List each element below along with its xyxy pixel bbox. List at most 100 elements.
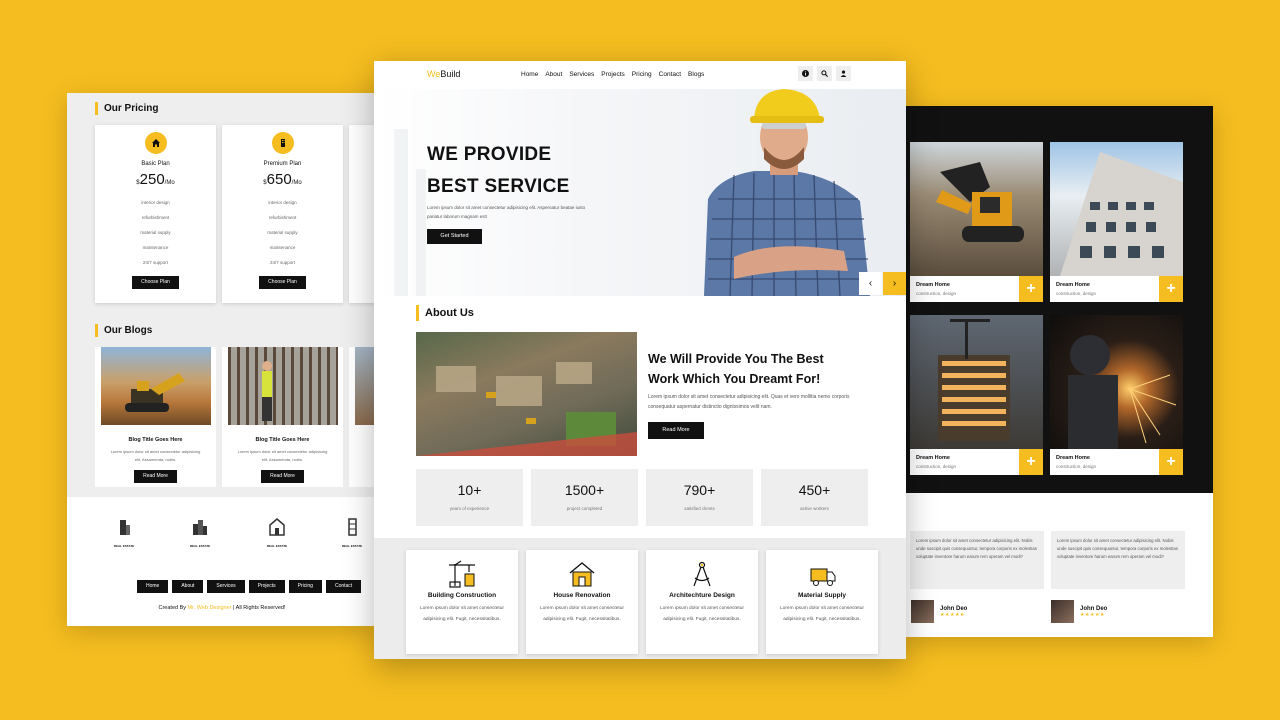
read-more-button[interactable]: Read More [261,470,304,483]
nav-pricing[interactable]: Pricing [632,71,652,78]
project-card[interactable]: Dream Home construction, design + [910,315,1043,475]
user-icon[interactable] [836,66,851,81]
feature-item: interior design [141,200,170,205]
project-image-site-night [910,315,1043,449]
pricing-title: Our Pricing [95,102,158,115]
stat-value: 1500+ [564,482,605,498]
nav-home[interactable]: Home [521,71,538,78]
plus-icon[interactable]: + [1019,449,1043,475]
blog-desc: Lorem ipsum dolor sit amet consectetur a… [237,449,328,462]
read-more-button[interactable]: Read More [648,422,704,439]
service-card: Material Supply Lorem ipsum dolor sit am… [766,550,878,654]
project-image-excavator [910,142,1043,276]
about-image-construction-site [416,332,637,456]
service-card: House Renovation Lorem ipsum dolor sit a… [526,550,638,654]
hero-heading: WE PROVIDE BEST SERVICE [427,144,570,197]
get-started-button[interactable]: Get Started [427,229,482,244]
about-title: About Us [416,305,474,321]
footer-credit: Created By Mr. Web Designer | All Rights… [158,605,286,611]
pricing-card-premium: Premium Plan $650/Mo interior design ref… [222,125,343,303]
plus-icon[interactable]: + [1159,276,1183,302]
author-link[interactable]: Mr. Web Designer [188,605,232,611]
project-image-building [1050,142,1183,276]
nav-blogs[interactable]: Blogs [688,71,704,78]
search-icon[interactable] [817,66,832,81]
nav-contact[interactable]: Contact [659,71,681,78]
project-subtitle: construction, design [1056,464,1097,469]
blog-card-partial [349,347,377,487]
feature-item: 24/7 support [269,260,296,265]
blog-title: Blog Title Goes Here [255,437,310,443]
service-desc: Lorem ipsum dolor sit amet consectetur a… [780,606,864,622]
project-image-welder [1050,315,1183,449]
footer-link-contact[interactable]: Contact [325,580,362,593]
testimonial-author: John Deo ★★★★★ [1051,600,1107,623]
project-caption: Dream Home construction, design + [910,276,1043,302]
author-name: John Deo [1080,605,1108,612]
footer-link-home[interactable]: Home [137,580,169,593]
main-menu: Home About Services Projects Pricing Con… [521,71,704,78]
nav-about[interactable]: About [545,71,562,78]
rating-stars: ★★★★★ [1080,611,1105,618]
project-title: Dream Home [1056,282,1090,288]
about-description: Lorem ipsum dolor sit amet consectetur a… [648,394,850,410]
service-title: Architechture Design [669,592,735,599]
footer-link-projects[interactable]: Projects [248,580,285,593]
project-card[interactable]: Dream Home construction, design + [1050,315,1183,475]
brand-logo[interactable]: WeBuild [427,69,460,79]
project-subtitle: construction, design [916,291,957,296]
blog-image-excavator [100,347,211,425]
footer-link-services[interactable]: Services [207,580,245,593]
avatar [1051,600,1074,623]
plus-icon[interactable]: + [1019,276,1043,302]
project-title: Dream Home [916,282,950,288]
feature-item: 24/7 support [142,260,169,265]
building-icon [271,132,294,154]
top-navbar: WeBuild Home About Services Projects Pri… [374,61,906,89]
choose-plan-button[interactable]: Choose Plan [259,276,306,289]
chevron-left-icon: ‹ [868,278,873,289]
footer-link-pricing[interactable]: Pricing [288,580,322,593]
feature-item: refurbishment [268,215,297,220]
real-estate-logo: REAL ESTATE [185,517,215,548]
feature-item: refurbishment [141,215,170,220]
feature-item: interior design [268,200,297,205]
hero-section: WE PROVIDE BEST SERVICE Lorem ipsum dolor… [374,89,906,296]
choose-plan-button[interactable]: Choose Plan [132,276,179,289]
feature-item: material supply [140,230,171,235]
nav-services[interactable]: Services [569,71,594,78]
service-title: Material Supply [797,592,847,599]
read-more-button[interactable]: Read More [134,470,177,483]
plus-icon[interactable]: + [1159,449,1183,475]
hero-description: Lorem ipsum dolor sit amet consectetur a… [427,205,586,219]
rating-stars: ★★★★★ [940,611,965,618]
stat-value: 790+ [683,482,716,498]
nav-icon-group [798,66,851,81]
project-card[interactable]: Dream Home construction, design + [1050,142,1183,302]
plan-price: $250/Mo [136,171,175,188]
truck-icon [807,560,837,588]
home-icon [144,132,167,154]
real-estate-logo: REAL ESTATE [109,517,139,548]
stat-value: 450+ [798,482,831,498]
plan-name: Basic Plan [141,161,170,167]
project-card[interactable]: Dream Home construction, design + [910,142,1043,302]
blogs-title: Our Blogs [95,324,152,337]
project-subtitle: construction, design [916,464,957,469]
testimonial-text: Lorem ipsum dolor sit amet consectetur a… [910,531,1044,589]
service-title: House Renovation [553,592,611,599]
slider-next-button[interactable]: › [883,272,906,295]
nav-projects[interactable]: Projects [601,71,624,78]
blog-title: Blog Title Goes Here [128,437,183,443]
slider-prev-button[interactable]: ‹ [859,272,882,295]
stat-label: project completed [566,506,603,511]
main-page-preview: WeBuild Home About Services Projects Pri… [374,61,906,659]
blog-card: Blog Title Goes Here Lorem ipsum dolor s… [222,347,343,487]
service-card: Architechture Design Lorem ipsum dolor s… [646,550,758,654]
stat-card: 450+ active workers [761,469,868,526]
footer-link-about[interactable]: About [172,580,204,593]
stat-label: years of experience [449,506,490,511]
info-icon[interactable] [798,66,813,81]
crane-icon [447,560,477,588]
real-estate-logo: REAL ESTATE [262,517,292,548]
